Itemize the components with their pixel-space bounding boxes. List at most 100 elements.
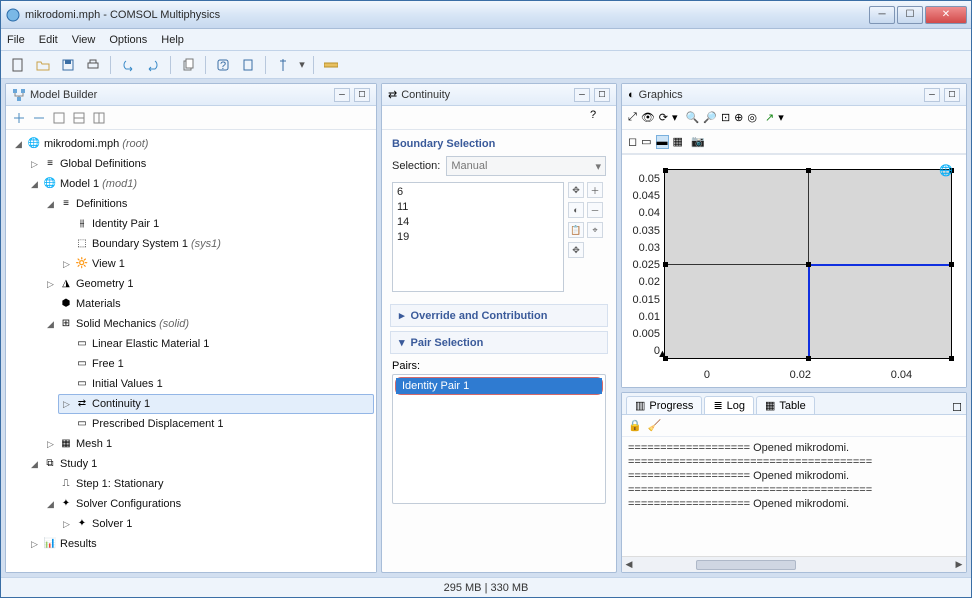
chevron-down-icon[interactable]: ▾ — [672, 111, 678, 124]
panel-menu-icon[interactable]: ☐ — [354, 88, 370, 102]
select-boundary-icon[interactable]: ▬ — [656, 135, 669, 149]
panel-min-icon[interactable]: ─ — [574, 88, 590, 102]
menu-view[interactable]: View — [72, 34, 96, 46]
scroll-left-icon[interactable]: ◀ — [622, 558, 636, 572]
boundary-listbox[interactable]: 6 11 14 19 — [392, 182, 564, 292]
chevron-down-icon[interactable]: ▾ — [297, 54, 307, 76]
zoom-extents-icon[interactable]: ⤢ — [628, 111, 637, 124]
scroll-right-icon[interactable]: ▶ — [952, 558, 966, 572]
select-edge-icon[interactable]: ▭ — [641, 135, 651, 148]
model-tree[interactable]: ◢🌐mikrodomi.mph (root) ▷≡Global Definiti… — [6, 130, 376, 572]
statusbar: 295 MB | 330 MB — [1, 577, 971, 597]
tree-opt3-icon[interactable] — [92, 111, 106, 125]
tab-log[interactable]: ≣Log — [704, 396, 754, 414]
svg-text:?: ? — [220, 60, 226, 72]
tree-opt1-icon[interactable] — [52, 111, 66, 125]
center-icon[interactable]: ⊕ — [734, 111, 743, 124]
close-button[interactable]: ✕ — [925, 6, 967, 24]
target-icon[interactable]: ◎ — [747, 111, 757, 124]
open-icon[interactable] — [32, 54, 54, 76]
new-icon[interactable] — [7, 54, 29, 76]
bottom-tabs: ▥Progress ≣Log ▦Table ☐ — [622, 393, 966, 415]
menu-edit[interactable]: Edit — [39, 34, 58, 46]
panel-menu-icon[interactable]: ☐ — [944, 88, 960, 102]
override-section[interactable]: ▸Override and Contribution — [390, 304, 608, 327]
menu-options[interactable]: Options — [109, 34, 147, 46]
zoom-out-icon[interactable]: 🔎 — [703, 111, 717, 124]
eye-icon[interactable]: 👁 — [641, 111, 655, 124]
geometry-icon: ◮ — [59, 277, 73, 291]
panel-menu-icon[interactable]: ☐ — [594, 88, 610, 102]
pair-icon: ⫵ — [75, 217, 89, 231]
redo-icon[interactable] — [142, 54, 164, 76]
h-scrollbar[interactable]: ◀ ▶ — [622, 556, 966, 572]
zoom-box-icon[interactable]: ⊡ — [721, 111, 730, 124]
maximize-button[interactable]: ☐ — [897, 6, 923, 24]
plot-area[interactable]: 0.050.0450.040.0350.030.0250.020.0150.01… — [622, 154, 966, 387]
panel-min-icon[interactable]: ─ — [924, 88, 940, 102]
pairs-listbox[interactable]: Identity Pair 1 — [392, 374, 606, 504]
select-point-icon[interactable]: ◻ — [628, 135, 637, 148]
graphics-toolbar: ⤢ 👁 ⟳ ▾ 🔍 🔎 ⊡ ⊕ ◎ ↗ ▾ — [622, 106, 966, 130]
selection-label: Selection: — [392, 160, 440, 172]
pair-item[interactable]: Identity Pair 1 — [396, 378, 602, 394]
help-icon[interactable]: ? — [212, 54, 234, 76]
axis-icon[interactable]: ↗ — [765, 111, 774, 124]
main-toolbar: ? ▾ — [1, 51, 971, 79]
chevron-down-icon[interactable]: ▾ — [778, 111, 784, 124]
minimize-panel-icon[interactable]: ─ — [334, 88, 350, 102]
model-icon: 🌐 — [43, 177, 57, 191]
undo-icon[interactable] — [117, 54, 139, 76]
help-panel-icon[interactable]: ? — [590, 109, 610, 127]
move-icon[interactable]: ✥ — [568, 242, 584, 258]
paste-icon[interactable]: 📋 — [568, 222, 584, 238]
collapse-icon[interactable] — [32, 111, 46, 125]
ruler-icon[interactable] — [320, 54, 342, 76]
zoom-sel-icon[interactable]: ⌖ — [587, 222, 603, 238]
graphics-panel: ◐ Graphics ─ ☐ ⤢ 👁 ⟳ ▾ 🔍 🔎 ⊡ ⊕ ◎ — [621, 83, 967, 388]
log-text[interactable]: =================== Opened mikrodomi. ==… — [622, 437, 966, 556]
memory-status: 295 MB | 330 MB — [444, 582, 529, 594]
mph-icon: 🌐 — [27, 137, 41, 151]
continuity-icon: ⇄ — [75, 397, 89, 411]
selection-dropdown[interactable]: Manual▾ — [446, 156, 606, 176]
expand-icon[interactable] — [12, 111, 26, 125]
lock-icon[interactable]: 🔒 — [628, 419, 642, 432]
add-icon[interactable]: ＋ — [587, 182, 603, 198]
activate-icon[interactable]: ✥ — [568, 182, 584, 198]
boundary-sys-icon: ⬚ — [75, 237, 89, 251]
camera-icon[interactable]: 📷 — [691, 135, 705, 148]
tree-icon — [12, 88, 26, 102]
menu-file[interactable]: File — [7, 34, 25, 46]
menu-help[interactable]: Help — [161, 34, 184, 46]
remove-icon[interactable]: － — [587, 202, 603, 218]
x-axis: 00.020.04 — [664, 369, 952, 381]
tree-item-continuity[interactable]: ▷⇄Continuity 1 — [58, 394, 374, 414]
doc-icon[interactable] — [237, 54, 259, 76]
mesh-icon: ▦ — [59, 437, 73, 451]
tab-table[interactable]: ▦Table — [756, 396, 815, 414]
plot-canvas[interactable]: 🌐 ▲ — [664, 169, 952, 359]
refresh-icon[interactable]: ⟳ — [659, 111, 668, 124]
scroll-thumb[interactable] — [696, 560, 796, 570]
toggle-icon[interactable]: ◐ — [568, 202, 584, 218]
save-icon[interactable] — [57, 54, 79, 76]
param-icon[interactable] — [272, 54, 294, 76]
minimize-button[interactable]: ─ — [869, 6, 895, 24]
select-domain-icon[interactable]: ▦ — [673, 135, 683, 148]
node-icon: ▭ — [75, 377, 89, 391]
tree-opt2-icon[interactable] — [72, 111, 86, 125]
print-icon[interactable] — [82, 54, 104, 76]
copy-icon[interactable] — [177, 54, 199, 76]
pair-section[interactable]: ▾Pair Selection — [390, 331, 608, 354]
axis-badge-icon: 🌐 — [939, 164, 953, 177]
solver-conf-icon: ✦ — [59, 497, 73, 511]
panel-menu-icon[interactable]: ☐ — [952, 401, 962, 414]
materials-icon: ⬢ — [59, 297, 73, 311]
app-window: mikrodomi.mph - COMSOL Multiphysics ─ ☐ … — [0, 0, 972, 598]
results-icon: 📊 — [43, 537, 57, 551]
zoom-in-icon[interactable]: 🔍 — [686, 111, 700, 124]
panel-title: Model Builder — [30, 89, 330, 101]
tab-progress[interactable]: ▥Progress — [626, 396, 702, 414]
clear-icon[interactable]: 🧹 — [648, 419, 662, 432]
